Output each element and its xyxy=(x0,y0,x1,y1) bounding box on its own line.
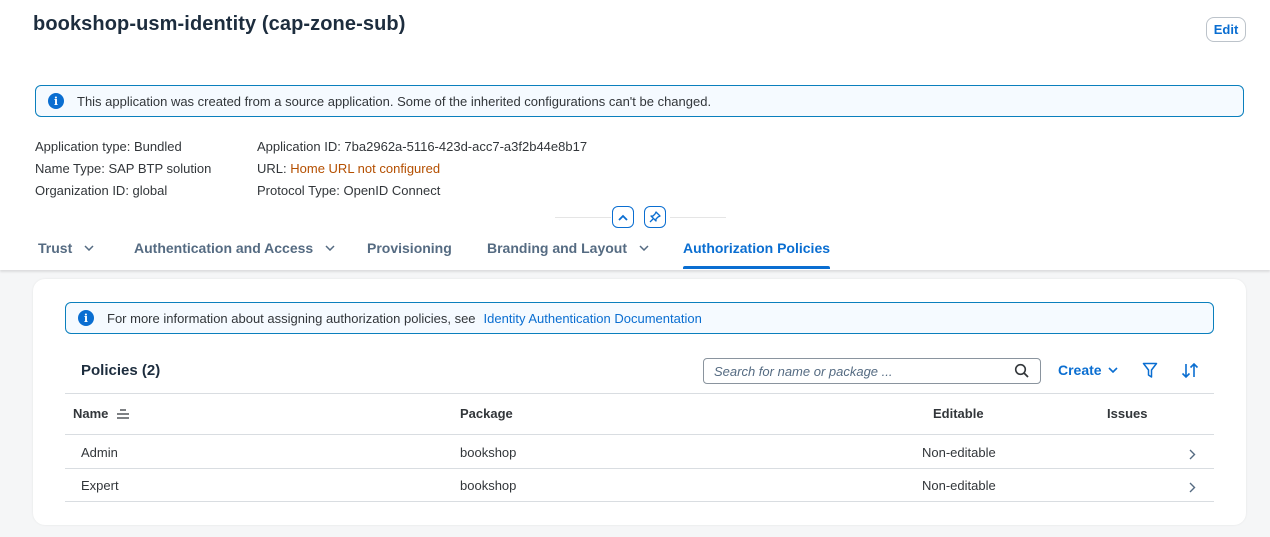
pin-icon xyxy=(649,211,661,223)
chevron-right-icon[interactable] xyxy=(1189,480,1196,496)
search-input[interactable] xyxy=(714,363,1004,379)
chevron-down-icon xyxy=(325,245,335,251)
column-header-package[interactable]: Package xyxy=(460,406,513,421)
tab-trust[interactable]: Trust xyxy=(38,240,94,256)
policy-name: Admin xyxy=(81,445,118,460)
header-divider-right xyxy=(670,217,726,218)
application-type: Application type: Bundled xyxy=(35,139,182,154)
active-tab-indicator xyxy=(683,266,830,269)
edit-button[interactable]: Edit xyxy=(1206,17,1246,42)
object-page-header xyxy=(0,0,1270,270)
table-top-border xyxy=(65,393,1214,394)
policies-info-text: For more information about assigning aut… xyxy=(107,310,476,326)
info-icon: i xyxy=(48,93,64,109)
tab-provisioning[interactable]: Provisioning xyxy=(367,240,452,256)
column-header-name[interactable]: Name xyxy=(73,406,130,421)
application-id: Application ID: 7ba2962a-5116-423d-acc7-… xyxy=(257,139,588,154)
home-url-link[interactable]: Home URL not configured xyxy=(290,161,440,176)
tab-branding-label: Branding and Layout xyxy=(487,240,627,256)
policy-editable: Non-editable xyxy=(922,445,996,460)
tab-trust-label: Trust xyxy=(38,240,73,256)
tab-branding-and-layout[interactable]: Branding and Layout xyxy=(487,240,649,256)
tab-authorization-policies[interactable]: Authorization Policies xyxy=(683,240,830,256)
create-button[interactable]: Create xyxy=(1058,362,1118,378)
search-icon[interactable] xyxy=(1014,363,1030,382)
info-message-strip: i This application was created from a so… xyxy=(35,85,1244,117)
filter-icon[interactable] xyxy=(1142,362,1158,379)
collapse-header-button[interactable] xyxy=(612,206,634,228)
column-header-issues[interactable]: Issues xyxy=(1107,406,1147,421)
info-message-text: This application was created from a sour… xyxy=(77,93,712,109)
policies-info-strip: i For more information about assigning a… xyxy=(65,302,1214,334)
tab-authentication-and-access[interactable]: Authentication and Access xyxy=(134,240,335,256)
protocol-type: Protocol Type: OpenID Connect xyxy=(257,183,441,198)
policy-editable: Non-editable xyxy=(922,478,996,493)
documentation-link[interactable]: Identity Authentication Documentation xyxy=(484,311,702,326)
sort-indicator-icon xyxy=(116,408,130,419)
organization-id: Organization ID: global xyxy=(35,183,168,198)
chevron-right-icon[interactable] xyxy=(1189,447,1196,463)
chevron-down-icon xyxy=(1108,367,1118,373)
pin-header-button[interactable] xyxy=(644,206,666,228)
policy-name: Expert xyxy=(81,478,119,493)
policies-table-title: Policies (2) xyxy=(81,362,161,379)
chevron-down-icon xyxy=(84,245,94,251)
policy-search-field[interactable] xyxy=(703,358,1041,384)
name-type: Name Type: SAP BTP solution xyxy=(35,161,212,176)
collapse-icon xyxy=(618,214,628,221)
column-header-editable[interactable]: Editable xyxy=(933,406,984,421)
sort-icon[interactable] xyxy=(1181,362,1199,379)
table-header-border xyxy=(65,434,1214,435)
create-button-label: Create xyxy=(1058,362,1102,378)
tab-provisioning-label: Provisioning xyxy=(367,240,452,256)
column-name-label: Name xyxy=(73,406,109,421)
page-title: bookshop-usm-identity (cap-zone-sub) xyxy=(33,13,406,35)
url-label: URL: xyxy=(257,161,287,176)
url-attribute: URL: Home URL not configured xyxy=(257,161,440,176)
info-icon: i xyxy=(78,310,94,326)
chevron-down-icon xyxy=(639,245,649,251)
policy-package: bookshop xyxy=(460,445,517,460)
policy-package: bookshop xyxy=(460,478,517,493)
row-divider xyxy=(65,468,1214,469)
tab-authentication-label: Authentication and Access xyxy=(134,240,314,256)
tab-authorization-label: Authorization Policies xyxy=(683,240,831,256)
header-divider-left xyxy=(555,217,611,218)
table-bottom-border xyxy=(65,501,1214,502)
